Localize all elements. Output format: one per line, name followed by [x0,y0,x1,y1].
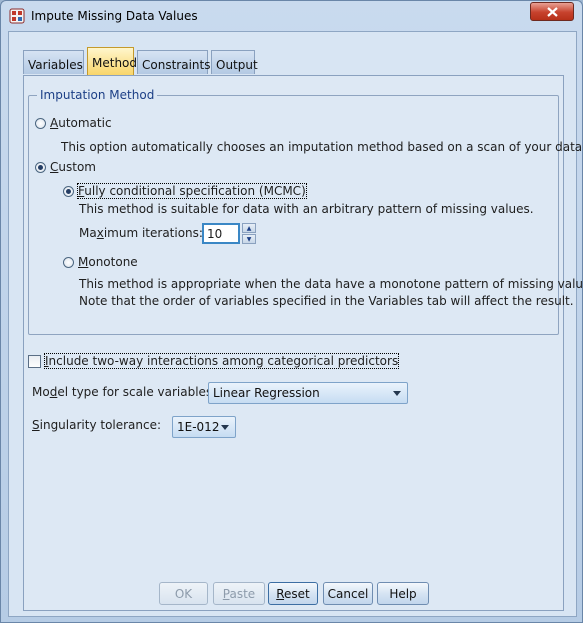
max-iterations-spinner: ▲ ▼ [242,223,256,244]
automatic-radio[interactable] [35,118,46,129]
dialog-client-area: Variables Method Constraints Output Impu… [8,31,583,617]
automatic-description: This option automatically chooses an imp… [61,140,583,154]
interactions-checkbox[interactable] [28,355,41,368]
monotone-description-line2: Note that the order of variables specifi… [79,294,574,308]
fcs-radio[interactable] [63,186,74,197]
max-iterations-input[interactable]: 10 [202,223,240,244]
tab-method[interactable]: Method [87,47,137,75]
window-title: Impute Missing Data Values [31,9,198,23]
tab-variables[interactable]: Variables [23,50,84,74]
model-type-label: Model type for scale variables: [32,385,217,399]
fcs-description: This method is suitable for data with an… [79,202,534,216]
custom-label[interactable]: Custom [50,160,96,174]
interactions-label[interactable]: Include two-way interactions among categ… [43,353,400,369]
chevron-down-icon [393,391,401,396]
close-button[interactable] [530,2,574,21]
spss-app-icon [9,8,25,24]
singularity-dropdown[interactable]: 1E-012 [172,416,236,438]
ok-button[interactable]: OK [159,582,208,605]
arrow-down-icon: ▼ [246,235,252,243]
method-tab-panel: Imputation Method Automatic This option … [23,75,583,611]
monotone-label[interactable]: Monotone [78,255,138,269]
reset-button[interactable]: Reset [268,582,318,605]
model-type-value: Linear Regression [213,386,320,400]
singularity-label: Singularity tolerance: [32,418,162,432]
imputation-method-legend: Imputation Method [37,88,158,102]
cancel-button[interactable]: Cancel [323,582,373,605]
monotone-radio[interactable] [63,257,74,268]
title-bar[interactable]: Impute Missing Data Values [1,1,582,31]
dialog-window: Impute Missing Data Values Variables Met… [0,0,583,623]
custom-radio[interactable] [35,162,46,173]
max-iterations-label: Maximum iterations: [79,226,203,240]
automatic-label[interactable]: Automatic [50,116,112,130]
fcs-label[interactable]: Fully conditional specification (MCMC) [77,183,307,199]
help-button[interactable]: Help [377,582,429,605]
arrow-up-icon: ▲ [246,224,252,232]
tab-constraints[interactable]: Constraints [137,50,210,74]
spin-up-button[interactable]: ▲ [242,223,256,233]
singularity-value: 1E-012 [177,420,220,434]
paste-button[interactable]: Paste [213,582,265,605]
imputation-method-group: Imputation Method Automatic This option … [28,88,583,335]
model-type-dropdown[interactable]: Linear Regression [208,382,408,404]
monotone-description-line1: This method is appropriate when the data… [79,277,583,291]
chevron-down-icon [221,425,229,430]
spin-down-button[interactable]: ▼ [242,234,256,244]
close-icon [546,6,558,17]
tab-output[interactable]: Output [211,50,258,74]
